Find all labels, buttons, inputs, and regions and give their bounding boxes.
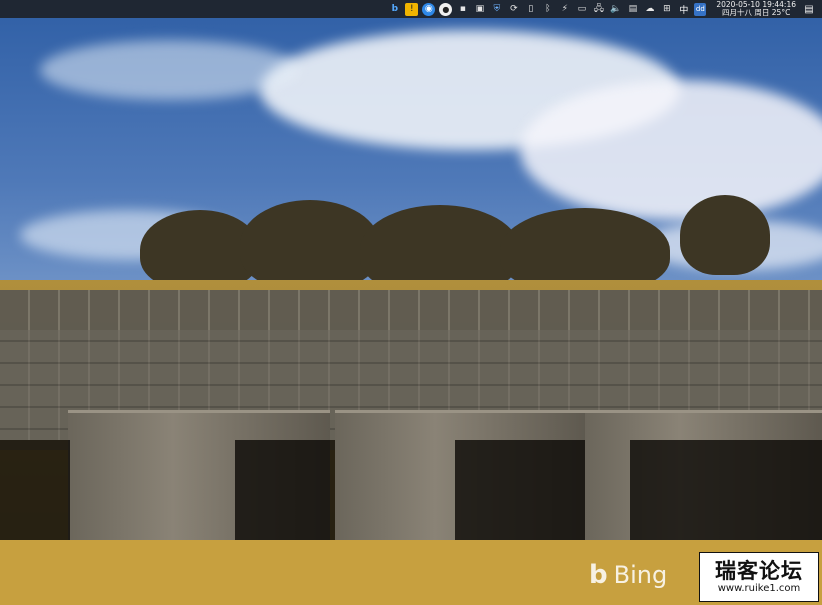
app-badge-icon[interactable]: dd <box>694 2 707 16</box>
storage-icon[interactable]: ▤ <box>626 3 639 16</box>
watermark-title: 瑞客论坛 <box>715 559 803 583</box>
app-icon[interactable]: ▪ <box>456 3 469 16</box>
taskbar-clock[interactable]: 2020-05-10 19:44:16 四月十八 周日 25°C <box>716 0 796 18</box>
system-tray: b ! ◉ ● ▪ ▣ ⛨ ⟳ ▯ ᛒ ⚡ ▭ 🖧 🔈 ▤ ☁ ⊞ 中 dd <box>386 0 712 18</box>
volume-icon[interactable]: 🔈 <box>609 3 622 16</box>
usb-drive-icon[interactable]: ▯ <box>524 3 537 16</box>
bing-logo-icon: b <box>589 560 608 590</box>
wall-shadow <box>235 440 335 545</box>
clock-lunar-weather: 四月十八 周日 25°C <box>722 8 791 17</box>
input-language-icon[interactable]: 中 <box>677 3 690 16</box>
security-shield-icon[interactable]: ⛨ <box>490 3 503 16</box>
browser-icon[interactable]: ◉ <box>422 2 436 16</box>
windows-icon[interactable]: ⊞ <box>660 3 673 16</box>
window-icon[interactable]: ▣ <box>473 3 486 16</box>
action-center-icon[interactable]: ▤ <box>802 2 816 16</box>
notification-app-icon[interactable]: ! <box>405 2 419 16</box>
bing-text: Bing <box>613 561 668 589</box>
cloud <box>40 40 300 100</box>
site-watermark: 瑞客论坛 www.ruike1.com <box>699 552 819 602</box>
wall-shadow <box>0 440 70 545</box>
bing-icon[interactable]: b <box>388 3 401 16</box>
taskbar: b ! ◉ ● ▪ ▣ ⛨ ⟳ ▯ ᛒ ⚡ ▭ 🖧 🔈 ▤ ☁ ⊞ 中 dd 2… <box>0 0 822 18</box>
sync-icon[interactable]: ⟳ <box>507 3 520 16</box>
network-icon[interactable]: 🖧 <box>592 3 605 16</box>
bing-watermark: b Bing <box>589 562 667 588</box>
wechat-icon[interactable]: ● <box>439 2 453 16</box>
wall-shadow <box>630 440 822 545</box>
watermark-url: www.ruike1.com <box>717 583 801 594</box>
wall-shadow <box>455 440 585 545</box>
bluetooth-icon[interactable]: ᛒ <box>541 3 554 16</box>
weather-icon[interactable]: ☁ <box>643 3 656 16</box>
power-icon[interactable]: ⚡ <box>558 3 571 16</box>
desktop-wallpaper: b Bing 瑞客论坛 www.ruike1.com <box>0 0 822 605</box>
battery-icon[interactable]: ▭ <box>575 3 588 16</box>
